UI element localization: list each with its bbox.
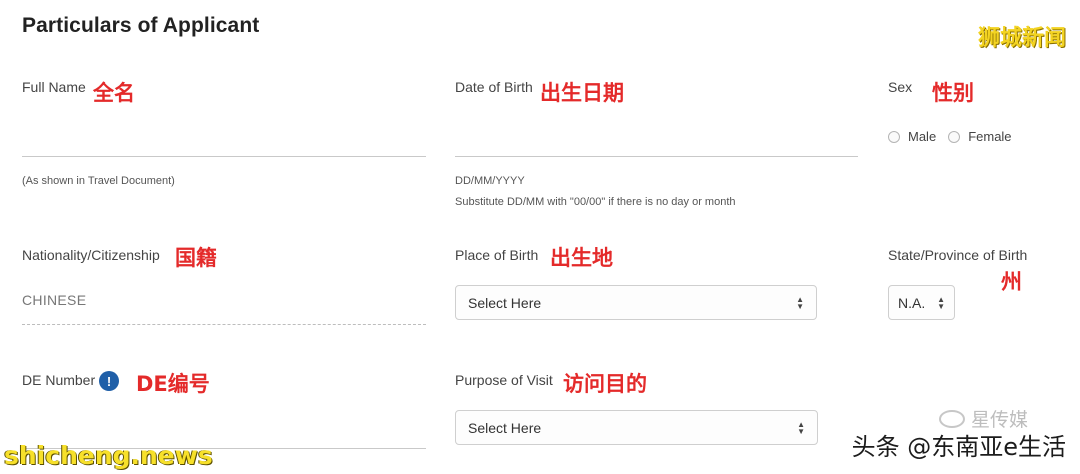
place-of-birth-label: Place of Birth bbox=[455, 247, 539, 263]
nationality-label: Nationality/Citizenship bbox=[22, 247, 160, 263]
brand-logo-icon bbox=[938, 409, 965, 428]
dob-format-hint: DD/MM/YYYY bbox=[455, 175, 525, 187]
watermark-bottom-right: 头条 @东南亚e生活 bbox=[851, 433, 1066, 461]
dob-substitute-hint: Substitute DD/MM with "00/00" if there i… bbox=[455, 196, 736, 208]
chevron-updown-icon: ▲ ▼ bbox=[797, 419, 805, 436]
full-name-hint: (As shown in Travel Document) bbox=[22, 175, 175, 187]
purpose-select-value: Select Here bbox=[468, 419, 542, 436]
sex-label: Sex bbox=[888, 79, 913, 95]
de-number-annotation: DE编号 bbox=[136, 372, 210, 396]
nationality-underline bbox=[22, 324, 426, 325]
purpose-annotation: 访问目的 bbox=[563, 372, 647, 396]
state-label: State/Province of Birth bbox=[888, 247, 1028, 263]
watermark-top-right: 狮城新闻 bbox=[977, 26, 1066, 51]
male-radio-label[interactable]: Male bbox=[908, 129, 936, 144]
full-name-input[interactable] bbox=[22, 156, 426, 157]
dob-annotation: 出生日期 bbox=[540, 81, 624, 105]
sex-annotation: 性别 bbox=[932, 81, 974, 105]
state-select-value: N.A. bbox=[898, 294, 926, 311]
full-name-label: Full Name bbox=[22, 79, 86, 95]
place-of-birth-annotation: 出生地 bbox=[550, 246, 613, 270]
purpose-label: Purpose of Visit bbox=[455, 372, 553, 388]
state-annotation: 州 bbox=[1001, 270, 1022, 294]
chevron-updown-icon: ▲ ▼ bbox=[937, 294, 945, 311]
male-radio[interactable] bbox=[888, 130, 900, 143]
sex-radio-group: Male Female bbox=[888, 129, 1024, 144]
section-title: Particulars of Applicant bbox=[22, 14, 260, 37]
full-name-annotation: 全名 bbox=[93, 81, 135, 105]
female-radio-label[interactable]: Female bbox=[968, 129, 1011, 144]
chevron-updown-icon: ▲ ▼ bbox=[796, 294, 804, 311]
watermark-bottom-left: shicheng.news bbox=[4, 441, 213, 470]
dob-input[interactable] bbox=[455, 156, 858, 157]
nationality-value: CHINESE bbox=[22, 292, 87, 308]
female-radio[interactable] bbox=[948, 130, 961, 143]
purpose-select[interactable]: Select Here ▲ ▼ bbox=[455, 410, 818, 445]
place-of-birth-select[interactable]: Select Here ▲ ▼ bbox=[455, 285, 817, 320]
info-icon[interactable]: ! bbox=[99, 371, 119, 391]
dob-label: Date of Birth bbox=[455, 79, 533, 95]
place-of-birth-select-value: Select Here bbox=[468, 294, 542, 311]
state-select[interactable]: N.A. ▲ ▼ bbox=[888, 285, 955, 320]
de-number-label: DE Number bbox=[22, 372, 96, 388]
nationality-annotation: 国籍 bbox=[175, 246, 217, 270]
